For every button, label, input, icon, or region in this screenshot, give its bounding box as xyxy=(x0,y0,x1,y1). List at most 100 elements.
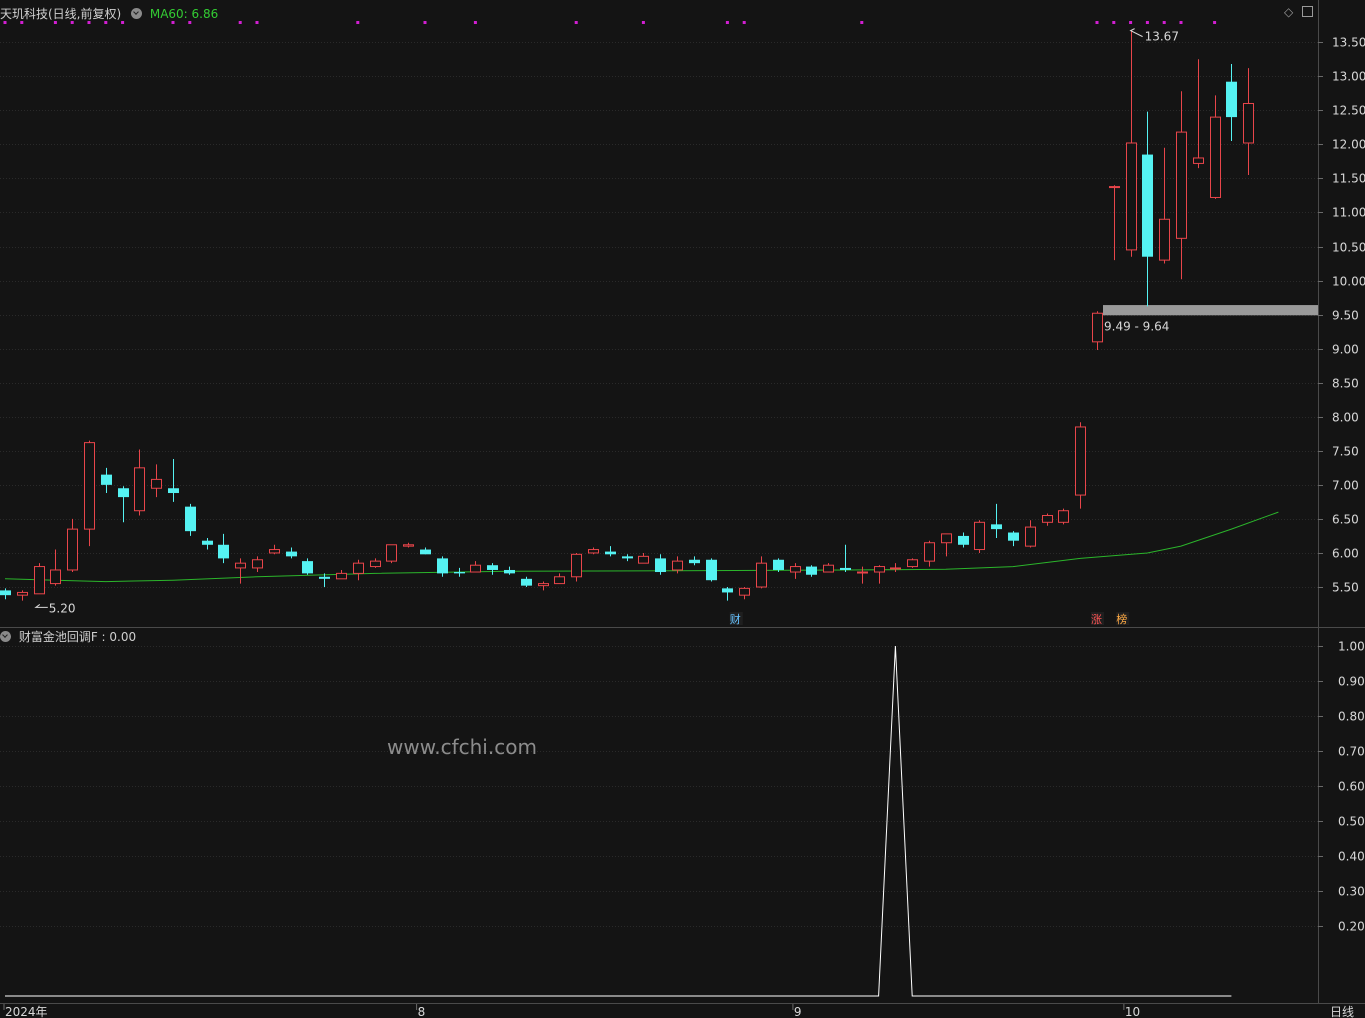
marker-zhang: 涨 xyxy=(1091,613,1102,626)
signal-dot xyxy=(860,21,864,24)
chart-canvas: 5.50 6.00 6.50 7.00 7.50 8.00 8.50 9.00 9.50 10.0… xyxy=(0,0,1365,1018)
candle-body xyxy=(151,478,162,489)
candle-body xyxy=(353,562,364,574)
x-tick-label: 9 xyxy=(794,1005,802,1018)
candle-body xyxy=(504,569,515,574)
sub-y-tick-label: 0.40 xyxy=(1338,850,1365,864)
candle-body xyxy=(554,576,565,585)
y-tick-label: 13.00 xyxy=(1332,70,1365,84)
marker-bang: 榜 xyxy=(1116,612,1127,626)
candle-body xyxy=(470,564,481,573)
diamond-icon[interactable]: ◇ xyxy=(1284,5,1293,19)
high-arrow-icon xyxy=(1129,28,1143,38)
candle-body xyxy=(991,524,1002,530)
sub-header: 财富金池回调F : 0.00 xyxy=(0,628,136,645)
signal-dot xyxy=(1162,21,1166,24)
candle-body xyxy=(1226,81,1237,118)
sub-y-tick-label: 0.20 xyxy=(1338,920,1365,934)
candle-body xyxy=(739,587,750,596)
candle-body xyxy=(403,544,414,547)
watermark: www.cfchi.com xyxy=(387,735,537,759)
candle-body xyxy=(420,549,431,555)
y-tick-label: 10.00 xyxy=(1332,275,1365,289)
signal-dot xyxy=(238,21,242,24)
candle-body xyxy=(454,572,465,574)
candle-body xyxy=(1159,218,1170,261)
dropdown-circle-icon[interactable] xyxy=(0,631,11,642)
band-label: 9.49 - 9.64 xyxy=(1104,319,1169,333)
signal-dot xyxy=(1112,21,1116,24)
candle-body xyxy=(874,566,885,573)
y-tick-label: 9.00 xyxy=(1332,343,1359,357)
candle-body xyxy=(1126,142,1137,251)
signal-dot xyxy=(725,21,729,24)
candle-body xyxy=(1142,154,1153,257)
sub-y-tick-label: 0.50 xyxy=(1338,815,1365,829)
signal-dot xyxy=(574,21,578,24)
candle-body xyxy=(168,488,179,494)
candle-body xyxy=(890,567,901,570)
candle-body xyxy=(622,556,633,559)
ma60-line xyxy=(4,511,1279,583)
candle-body xyxy=(588,549,599,554)
chart-stage: 5.50 6.00 6.50 7.00 7.50 8.00 8.50 9.00 9.50 10.0… xyxy=(0,0,1365,1018)
candle-body xyxy=(286,551,297,557)
y-tick-label: 7.50 xyxy=(1332,445,1359,459)
candle-body xyxy=(655,558,666,573)
candle-body xyxy=(521,578,532,586)
period-label: 日线 xyxy=(1330,1005,1354,1018)
sub-y-tick-label: 0.60 xyxy=(1338,780,1365,794)
candle-body xyxy=(840,567,851,570)
y-tick-label: 11.50 xyxy=(1332,172,1365,186)
candle-body xyxy=(823,564,834,573)
candle-body xyxy=(302,561,313,574)
y-tick-label: 6.50 xyxy=(1332,513,1359,527)
candle-body xyxy=(235,562,246,569)
sub-y-tick-label: 0.30 xyxy=(1338,885,1365,899)
candle-body xyxy=(336,572,347,580)
candle-body xyxy=(84,442,95,530)
high-label: 13.67 xyxy=(1145,30,1179,44)
candle-body xyxy=(1243,102,1254,144)
candle-body xyxy=(1008,532,1019,541)
candle-body xyxy=(202,540,213,545)
dropdown-circle-icon[interactable] xyxy=(131,8,143,19)
signal-dot xyxy=(1179,21,1183,24)
signal-dot xyxy=(1145,21,1149,24)
x-tick-label: 8 xyxy=(418,1005,426,1018)
sub-y-tick-label: 0.90 xyxy=(1338,675,1365,689)
candle-body xyxy=(1025,526,1036,547)
candle-body xyxy=(689,559,700,564)
candle-body xyxy=(67,528,78,571)
candle-body xyxy=(386,544,397,562)
y-tick-label: 10.50 xyxy=(1332,241,1365,255)
candle-body xyxy=(1042,514,1053,523)
candle-body xyxy=(1092,312,1103,343)
candle-body xyxy=(1075,426,1086,496)
candle-body xyxy=(1210,116,1221,198)
y-tick-label: 6.00 xyxy=(1332,547,1359,561)
y-tick-label: 7.00 xyxy=(1332,479,1359,493)
stock-name[interactable]: 天玑科技(日线,前复权) xyxy=(0,7,121,21)
low-label: 5.20 xyxy=(49,601,76,615)
candle-body xyxy=(790,566,801,573)
candle-body xyxy=(370,560,381,568)
candle-body xyxy=(1176,131,1187,239)
sub-y-tick-label: 0.80 xyxy=(1338,710,1365,724)
candle-body xyxy=(134,467,145,512)
support-band xyxy=(1103,305,1318,316)
indicator-label[interactable]: 财富金池回调F : 0.00 xyxy=(19,630,136,644)
candle-body xyxy=(907,559,918,568)
candle-body xyxy=(924,542,935,562)
signal-dot xyxy=(423,21,427,24)
signal-dot xyxy=(356,21,360,24)
candle-body xyxy=(437,558,448,574)
candle-body xyxy=(672,560,683,571)
window-toggle-icon[interactable] xyxy=(1302,6,1314,17)
signal-dot xyxy=(641,21,645,24)
candle-body xyxy=(269,549,280,554)
x-tick-label: 2024年 xyxy=(5,1005,48,1018)
candle-body xyxy=(185,506,196,532)
candle-body xyxy=(50,569,61,585)
signal-dot xyxy=(1213,21,1217,24)
